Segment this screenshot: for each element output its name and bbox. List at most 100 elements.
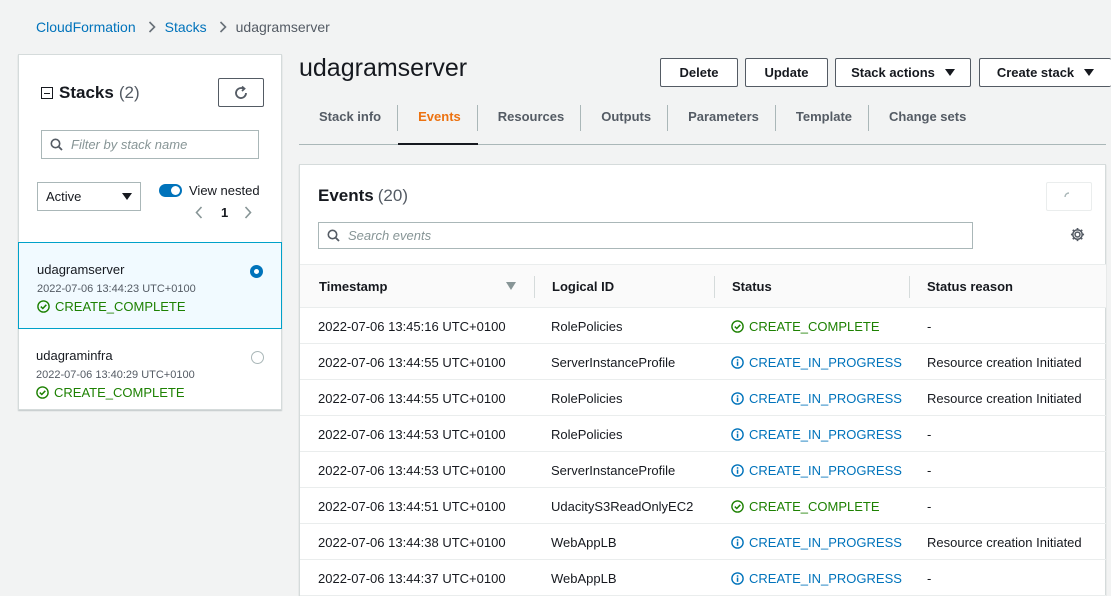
create-stack-label: Create stack [996, 65, 1075, 80]
stack-actions-label: Stack actions [851, 65, 935, 80]
stack-time: 2022-07-06 13:40:29 UTC+0100 [36, 369, 195, 381]
tab-label: Change sets [889, 109, 967, 124]
update-button-label: Update [764, 65, 809, 80]
events-search-input[interactable] [348, 228, 528, 243]
table-row[interactable]: 2022-07-06 13:44:55 UTC+0100 ServerInstan… [300, 344, 1106, 380]
event-status-reason: - [927, 318, 932, 334]
status-filter-select[interactable]: Active [37, 182, 141, 211]
event-logical-id: ServerInstanceProfile [551, 462, 676, 478]
info-icon [731, 463, 744, 477]
stack-name: udagraminfra [36, 348, 113, 363]
column-header-timestamp[interactable]: Timestamp [319, 265, 387, 308]
events-title: Events (20) [318, 186, 408, 206]
event-logical-id: UdacityS3ReadOnlyEC2 [551, 498, 694, 514]
chevron-left-icon[interactable] [195, 206, 203, 219]
event-status-text: CREATE_IN_PROGRESS [749, 354, 902, 370]
event-status-reason: - [927, 462, 932, 478]
tab-change-sets[interactable]: Change sets [869, 103, 983, 144]
info-icon [731, 535, 744, 549]
breadcrumb-stacks[interactable]: Stacks [165, 19, 207, 35]
stack-tabs: Stack info Events Resources Outputs Para… [299, 103, 1106, 145]
table-row[interactable]: 2022-07-06 13:44:38 UTC+0100 WebAppLB CREA… [300, 524, 1106, 560]
stack-status-text: CREATE_COMPLETE [54, 385, 185, 400]
table-row[interactable]: 2022-07-06 13:44:51 UTC+0100 UdacityS3Rea… [300, 488, 1106, 524]
event-logical-id: RolePolicies [551, 390, 623, 406]
column-header-status-reason[interactable]: Status reason [927, 265, 1013, 308]
table-row[interactable]: 2022-07-06 13:44:53 UTC+0100 ServerInstan… [300, 452, 1106, 488]
stacks-refresh-button[interactable] [218, 78, 264, 107]
stack-filter-field[interactable] [41, 130, 259, 159]
event-timestamp: 2022-07-06 13:44:53 UTC+0100 [318, 462, 506, 478]
breadcrumb-cloudformation[interactable]: CloudFormation [36, 19, 136, 35]
table-row[interactable]: 2022-07-06 13:44:37 UTC+0100 WebAppLB CREA… [300, 560, 1106, 596]
refresh-icon [235, 85, 247, 99]
success-icon [731, 499, 744, 513]
event-status-text: CREATE_IN_PROGRESS [749, 426, 902, 442]
event-status: CREATE_IN_PROGRESS [731, 560, 902, 596]
stack-status-text: CREATE_COMPLETE [55, 299, 186, 314]
search-icon [50, 138, 63, 151]
stacks-title-text: Stacks [59, 83, 114, 102]
event-status-reason: - [927, 426, 932, 442]
tab-stack-info[interactable]: Stack info [299, 103, 399, 144]
event-timestamp: 2022-07-06 13:44:38 UTC+0100 [318, 534, 506, 550]
event-timestamp: 2022-07-06 13:44:53 UTC+0100 [318, 426, 506, 442]
collapse-icon[interactable] [41, 87, 53, 99]
event-logical-id: RolePolicies [551, 426, 623, 442]
tab-resources[interactable]: Resources [478, 103, 582, 144]
page-title: udagramserver [299, 54, 468, 82]
event-status-reason: - [927, 498, 932, 514]
event-timestamp: 2022-07-06 13:44:51 UTC+0100 [318, 498, 506, 514]
event-status-text: CREATE_IN_PROGRESS [749, 534, 902, 550]
stack-item-udagraminfra[interactable]: udagraminfra 2022-07-06 13:40:29 UTC+010… [18, 329, 282, 416]
table-row[interactable]: 2022-07-06 13:44:55 UTC+0100 RolePolicies… [300, 380, 1106, 416]
stack-filter-input[interactable] [71, 137, 251, 152]
events-refresh-button[interactable] [1046, 182, 1092, 211]
page-number[interactable]: 1 [221, 205, 228, 220]
events-panel: Events(20) Timestamp Logical ID Status S… [299, 164, 1106, 596]
tab-events[interactable]: Events [398, 103, 478, 145]
tab-label: Events [418, 109, 461, 124]
tab-label: Resources [497, 109, 565, 124]
tab-template[interactable]: Template [776, 103, 870, 144]
tab-outputs[interactable]: Outputs [581, 103, 669, 144]
view-nested-toggle[interactable] [159, 184, 182, 197]
event-status: CREATE_IN_PROGRESS [731, 416, 902, 452]
stack-radio[interactable] [251, 351, 264, 364]
stacks-count: (2) [118, 83, 140, 102]
stack-item-udagramserver[interactable]: udagramserver 2022-07-06 13:44:23 UTC+01… [18, 242, 282, 329]
chevron-right-icon[interactable] [244, 206, 252, 219]
stack-radio-selected[interactable] [250, 265, 263, 278]
event-status: CREATE_IN_PROGRESS [731, 452, 902, 488]
table-row[interactable]: 2022-07-06 13:45:16 UTC+0100 RolePolicies… [300, 308, 1106, 344]
info-icon [731, 427, 744, 441]
sort-down-icon[interactable] [506, 282, 516, 290]
event-status-reason: Resource creation Initiated [927, 390, 1082, 406]
success-icon [37, 300, 50, 313]
update-button[interactable]: Update [745, 58, 828, 87]
table-row[interactable]: 2022-07-06 13:44:53 UTC+0100 RolePolicies… [300, 416, 1106, 452]
stack-actions-button[interactable]: Stack actions [835, 58, 971, 87]
column-label: Status [732, 279, 772, 294]
status-filter-value: Active [46, 189, 82, 204]
tab-parameters[interactable]: Parameters [668, 103, 776, 144]
delete-button-label: Delete [679, 65, 719, 80]
events-search-field[interactable] [318, 222, 973, 249]
create-stack-button[interactable]: Create stack [979, 58, 1111, 87]
chevron-right-icon [148, 21, 156, 33]
column-label: Status reason [927, 279, 1013, 294]
stacks-panel-title: Stacks (2) [41, 83, 140, 103]
caret-down-icon [944, 69, 955, 76]
delete-button[interactable]: Delete [660, 58, 738, 87]
event-logical-id: WebAppLB [551, 570, 617, 586]
gear-icon[interactable] [1070, 227, 1085, 242]
stacks-pagination: 1 [195, 205, 252, 220]
tab-label: Parameters [688, 109, 759, 124]
event-status: CREATE_IN_PROGRESS [731, 524, 902, 560]
info-icon [731, 391, 744, 405]
column-header-logical-id[interactable]: Logical ID [552, 265, 614, 308]
breadcrumb: CloudFormation Stacks udagramserver [36, 19, 330, 35]
column-header-status[interactable]: Status [732, 265, 772, 308]
event-status: CREATE_COMPLETE [731, 488, 880, 524]
success-icon [731, 319, 744, 333]
